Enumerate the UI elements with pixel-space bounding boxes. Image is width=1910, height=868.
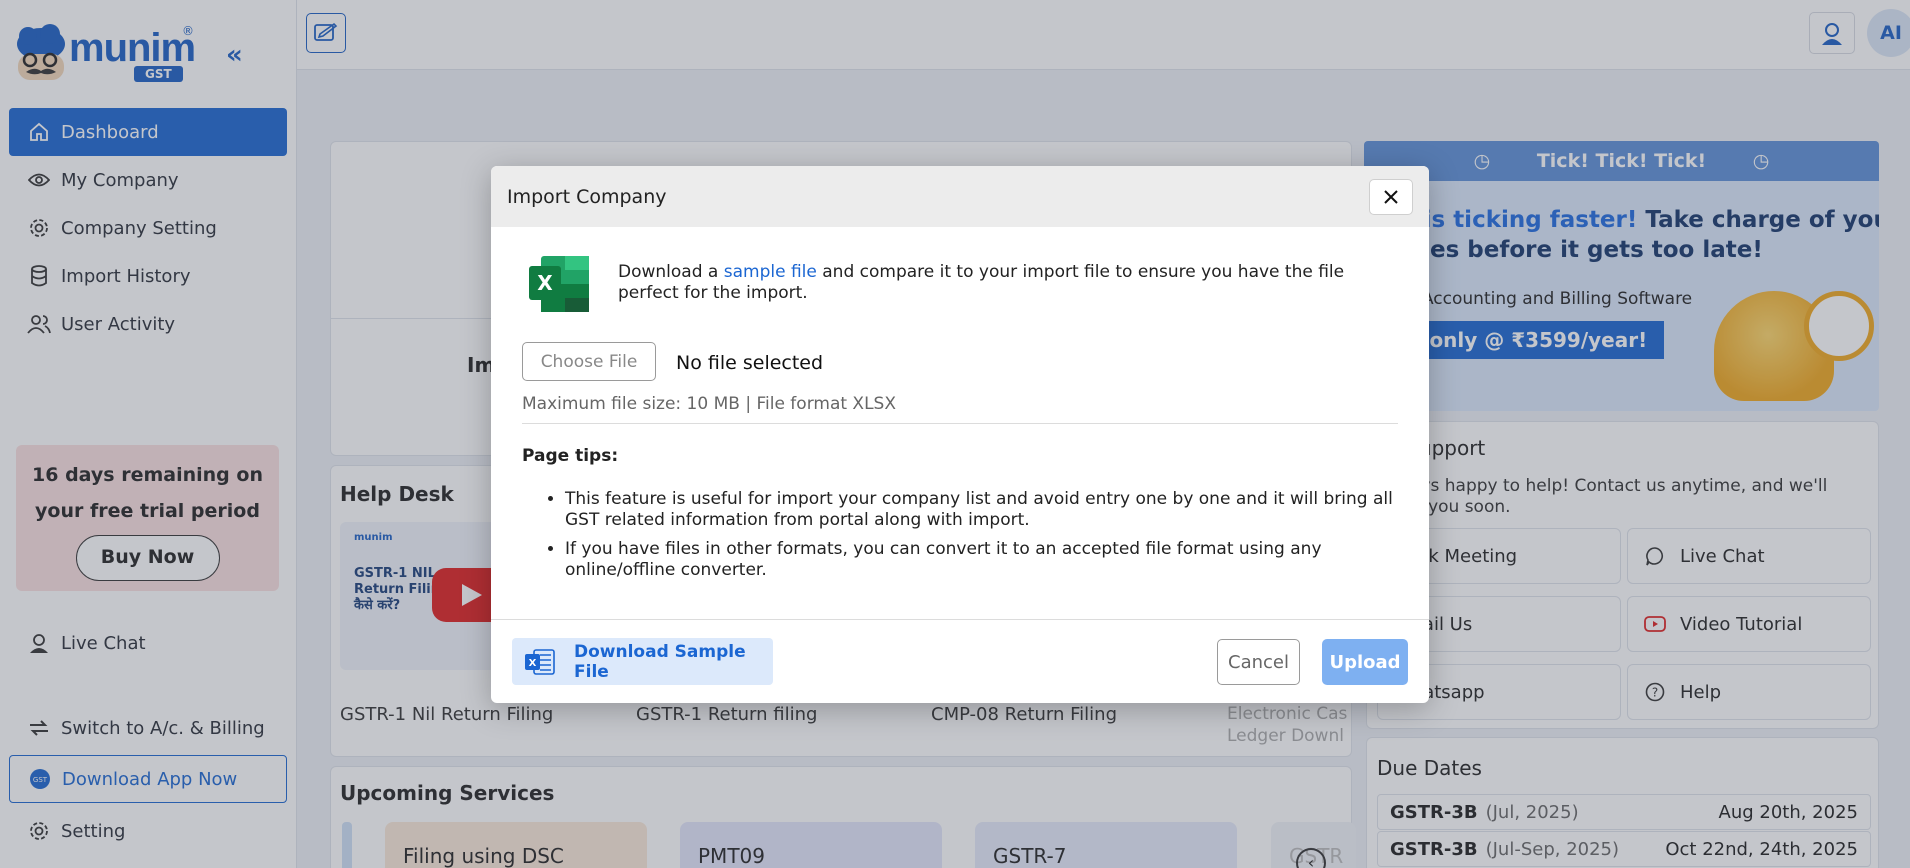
import-company-modal: Import Company X Download a sample file … <box>491 166 1429 703</box>
page-tips-list: This feature is useful for import your c… <box>565 489 1395 589</box>
file-status: No file selected <box>676 352 824 374</box>
modal-title: Import Company <box>507 185 667 208</box>
app-root: munim ® GST « Dashboard My Company Compa… <box>0 0 1910 868</box>
cancel-button[interactable]: Cancel <box>1217 639 1300 685</box>
tip-item: This feature is useful for import your c… <box>565 489 1395 531</box>
svg-text:X: X <box>537 271 553 295</box>
modal-description: Download a sample file and compare it to… <box>618 262 1345 303</box>
choose-file-button[interactable]: Choose File <box>522 342 656 381</box>
download-sample-file-button[interactable]: X Download Sample File <box>512 638 773 685</box>
excel-file-icon: X <box>524 648 556 676</box>
close-icon[interactable] <box>1369 179 1413 215</box>
file-size-hint: Maximum file size: 10 MB | File format X… <box>522 394 896 414</box>
modal-header: Import Company <box>491 166 1429 227</box>
excel-icon: X <box>527 254 591 314</box>
divider <box>522 423 1398 424</box>
tip-item: If you have files in other formats, you … <box>565 539 1395 581</box>
sample-file-link[interactable]: sample file <box>724 262 817 282</box>
divider <box>491 619 1429 620</box>
svg-text:X: X <box>529 658 537 669</box>
upload-button[interactable]: Upload <box>1322 639 1408 685</box>
page-tips-title: Page tips: <box>522 446 619 466</box>
